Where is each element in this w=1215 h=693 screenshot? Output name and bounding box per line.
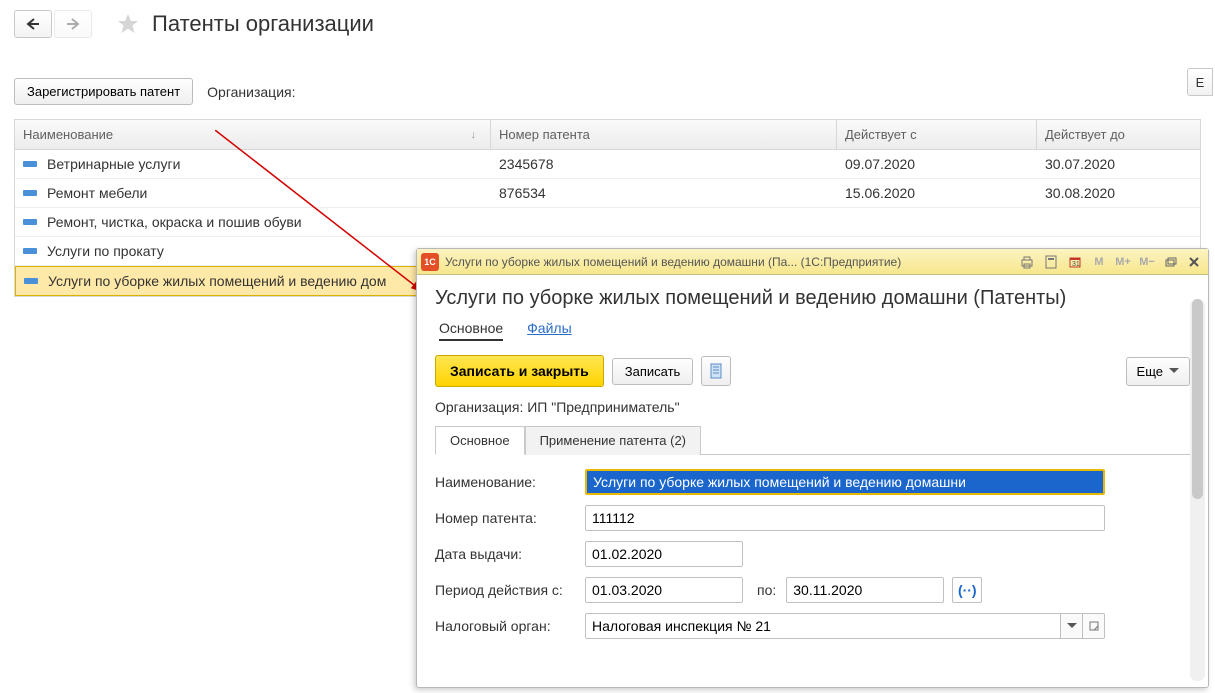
issue-date-input[interactable] [586, 542, 743, 566]
register-patent-button[interactable]: Зарегистрировать патент [14, 78, 193, 105]
save-and-close-button[interactable]: Записать и закрыть [435, 355, 604, 387]
nav-tab-files[interactable]: Файлы [527, 320, 571, 341]
period-range-button[interactable]: (··) [952, 577, 982, 603]
row-icon [23, 161, 37, 167]
m-plus-button[interactable]: M+ [1112, 253, 1134, 271]
calendar-icon[interactable]: 31 [1064, 253, 1086, 271]
name-input[interactable] [587, 471, 1103, 493]
number-label: Номер патента: [435, 510, 585, 526]
sort-asc-icon: ↓ [471, 129, 477, 141]
patent-editor-window: 1C Услуги по уборке жилых помещений и ве… [416, 248, 1209, 688]
org-filter-label: Организация: [207, 84, 295, 100]
col-to[interactable]: Действует до [1037, 120, 1200, 149]
period-from-input[interactable] [586, 578, 743, 602]
favorite-star-icon[interactable] [114, 10, 142, 38]
tax-label: Налоговый орган: [435, 618, 585, 634]
period-label: Период действия с: [435, 582, 585, 598]
page-title: Патенты организации [152, 11, 374, 37]
name-label: Наименование: [435, 474, 585, 490]
col-name[interactable]: Наименование ↓ [15, 120, 491, 149]
issue-date-label: Дата выдачи: [435, 546, 585, 562]
col-number[interactable]: Номер патента [491, 120, 837, 149]
table-header: Наименование ↓ Номер патента Действует с… [15, 120, 1200, 150]
period-to-input[interactable] [787, 578, 944, 602]
modal-titlebar[interactable]: 1C Услуги по уборке жилых помещений и ве… [417, 249, 1208, 275]
tax-authority-input[interactable] [586, 614, 1060, 638]
number-input[interactable] [586, 506, 1104, 530]
tax-dropdown-icon[interactable] [1060, 614, 1082, 638]
table-row[interactable]: Ремонт, чистка, окраска и пошив обуви [15, 208, 1200, 237]
nav-tab-main[interactable]: Основное [439, 320, 503, 341]
window-restore-icon[interactable] [1160, 253, 1182, 271]
nav-back-button[interactable] [14, 10, 52, 38]
modal-scrollbar[interactable] [1190, 299, 1205, 681]
nav-forward-button[interactable] [54, 10, 92, 38]
close-icon[interactable] [1184, 253, 1204, 271]
modal-titlebar-text: Услуги по уборке жилых помещений и веден… [445, 255, 1016, 269]
print-icon[interactable] [1016, 253, 1038, 271]
modal-scroll-thumb[interactable] [1192, 299, 1203, 499]
tab-main[interactable]: Основное [435, 426, 525, 455]
m-button[interactable]: M [1088, 253, 1110, 271]
modal-org-row: Организация: ИП "Предприниматель" [435, 399, 1190, 415]
modal-heading: Услуги по уборке жилых помещений и веден… [435, 287, 1190, 310]
more-actions-button[interactable]: Еще [1126, 357, 1190, 386]
save-button[interactable]: Записать [612, 358, 694, 385]
calc-icon[interactable] [1040, 253, 1062, 271]
m-minus-button[interactable]: M− [1136, 253, 1158, 271]
col-from[interactable]: Действует с [837, 120, 1037, 149]
table-row[interactable]: Ветринарные услуги234567809.07.202030.07… [15, 150, 1200, 179]
period-to-label: по: [757, 582, 776, 598]
right-toolbar-stub[interactable]: Е [1187, 68, 1213, 96]
table-row[interactable]: Ремонт мебели87653415.06.202030.08.2020 [15, 179, 1200, 208]
row-icon [23, 219, 37, 225]
app-1c-icon: 1C [421, 253, 439, 271]
row-icon [23, 190, 37, 196]
chevron-down-icon [1169, 368, 1179, 378]
row-icon [24, 278, 38, 284]
tab-usage[interactable]: Применение патента (2) [525, 426, 701, 455]
report-icon-button[interactable] [701, 356, 731, 386]
tax-open-icon[interactable] [1082, 614, 1104, 638]
svg-text:31: 31 [1072, 261, 1080, 268]
row-icon [23, 248, 37, 254]
